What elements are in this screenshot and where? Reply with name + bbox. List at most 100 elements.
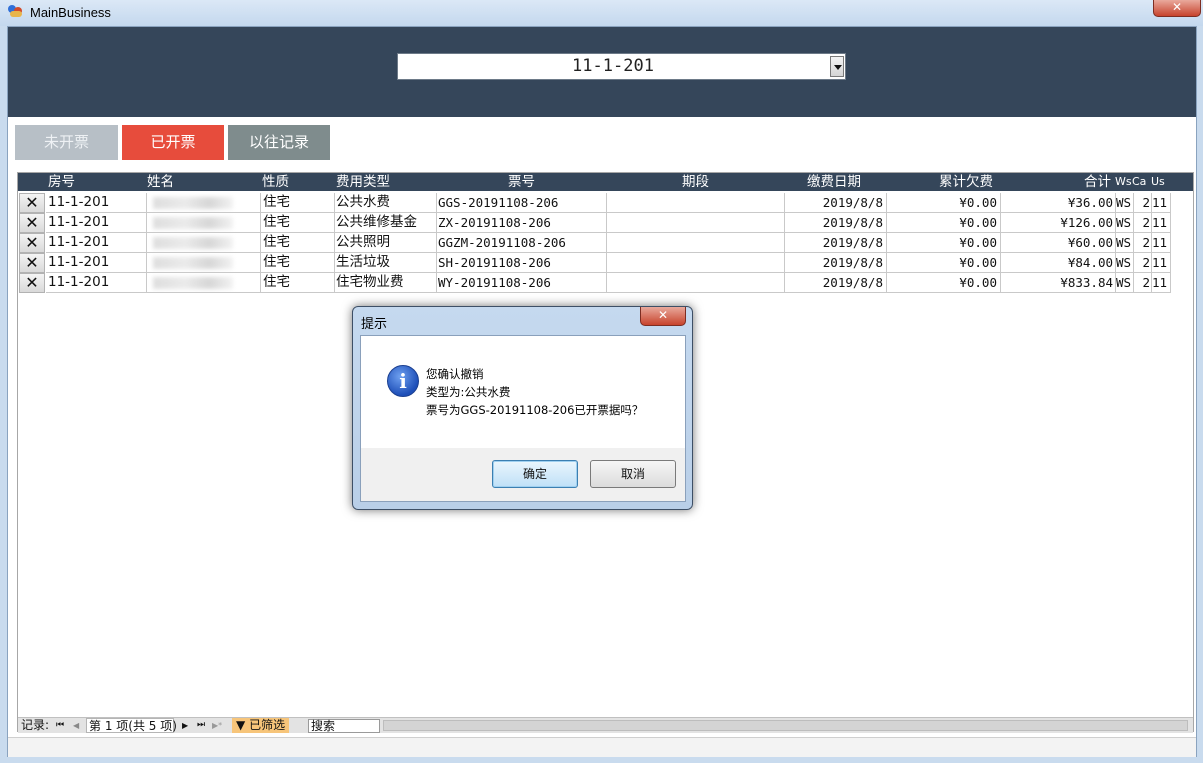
- ok-button[interactable]: 确定: [492, 460, 578, 488]
- cell-room: 11-1-201: [46, 213, 147, 233]
- cell-room: 11-1-201: [46, 193, 147, 213]
- filter-icon: ▼: [236, 718, 246, 732]
- cell-ca: 2: [1134, 273, 1152, 293]
- column-header-arrears[interactable]: 累计欠费: [939, 173, 1019, 191]
- record-position-input[interactable]: 第 1 项(共 5 项): [86, 718, 177, 733]
- tab-history[interactable]: 以往记录: [228, 125, 330, 160]
- cell-date: 2019/8/8: [785, 273, 887, 293]
- last-record-icon[interactable]: ⏭: [197, 718, 205, 733]
- cell-total: ¥833.84: [1001, 273, 1116, 293]
- column-header-total[interactable]: 合计: [1084, 173, 1116, 191]
- delete-row-icon[interactable]: ✕: [19, 233, 45, 253]
- cell-total: ¥60.00: [1001, 233, 1116, 253]
- column-header-period[interactable]: 期段: [682, 173, 742, 191]
- column-header-name[interactable]: 姓名: [147, 173, 247, 191]
- table-row[interactable]: ✕ 11-1-201 住宅 公共维修基金 ZX-20191108-206 201…: [18, 213, 1193, 233]
- cell-fee-type: 公共照明: [335, 233, 437, 253]
- cell-ws: WS: [1116, 273, 1134, 293]
- redacted-name: [153, 237, 233, 249]
- tab-invoiced[interactable]: 已开票: [122, 125, 224, 160]
- cell-total: ¥36.00: [1001, 193, 1116, 213]
- cancel-button[interactable]: 取消: [590, 460, 676, 488]
- cell-name: [147, 193, 261, 213]
- cell-ca: 2: [1134, 193, 1152, 213]
- cell-arrears: ¥0.00: [887, 253, 1001, 273]
- cell-arrears: ¥0.00: [887, 213, 1001, 233]
- cell-total: ¥84.00: [1001, 253, 1116, 273]
- table-header: 房号 姓名 性质 费用类型 票号 期段 缴费日期 累计欠费 合计 Ws Ca U…: [18, 173, 1193, 191]
- cell-room: 11-1-201: [46, 233, 147, 253]
- table-row[interactable]: ✕ 11-1-201 住宅 公共水费 GGS-20191108-206 2019…: [18, 193, 1193, 213]
- next-record-icon[interactable]: ▶: [182, 718, 188, 733]
- delete-row-icon[interactable]: ✕: [19, 253, 45, 273]
- cell-name: [147, 273, 261, 293]
- cell-ca: 2: [1134, 213, 1152, 233]
- column-header-fee-type[interactable]: 费用类型: [336, 173, 426, 191]
- column-header-room[interactable]: 房号: [48, 173, 138, 191]
- record-navigator: 记录: ⏮ ◀ 第 1 项(共 5 项) ▶ ⏭ ▶* ▼ 已筛选 搜索: [18, 717, 1193, 733]
- cell-ticket: GGS-20191108-206: [437, 193, 607, 213]
- dialog-footer: 确定 取消: [361, 448, 685, 501]
- cell-date: 2019/8/8: [785, 213, 887, 233]
- cell-kind: 住宅: [261, 253, 335, 273]
- cell-kind: 住宅: [261, 213, 335, 233]
- cell-period: [607, 253, 785, 273]
- column-header-ca[interactable]: Ca: [1132, 173, 1151, 191]
- navigator-label: 记录:: [21, 718, 50, 732]
- window-titlebar: MainBusiness ✕: [0, 0, 1203, 26]
- dialog-message-line-3: 票号为GGS-20191108-206已开票据吗？: [426, 403, 644, 417]
- confirm-dialog: 提示 ✕ i 您确认撤销 类型为:公共水费 票号为GGS-20191108-20…: [352, 306, 693, 510]
- window-close-button[interactable]: ✕: [1153, 0, 1201, 17]
- cell-us: 11: [1152, 233, 1171, 253]
- cell-fee-type: 公共维修基金: [335, 213, 437, 233]
- new-record-icon[interactable]: ▶*: [212, 718, 222, 733]
- chevron-down-icon[interactable]: [830, 56, 844, 77]
- cell-ca: 2: [1134, 233, 1152, 253]
- cell-ticket: GGZM-20191108-206: [437, 233, 607, 253]
- table-row[interactable]: ✕ 11-1-201 住宅 公共照明 GGZM-20191108-206 201…: [18, 233, 1193, 253]
- table-row[interactable]: ✕ 11-1-201 住宅 生活垃圾 SH-20191108-206 2019/…: [18, 253, 1193, 273]
- delete-row-icon[interactable]: ✕: [19, 213, 45, 233]
- column-header-us[interactable]: Us: [1151, 173, 1171, 191]
- cell-us: 11: [1152, 253, 1171, 273]
- column-header-ticket[interactable]: 票号: [508, 173, 568, 191]
- column-header-kind[interactable]: 性质: [262, 173, 322, 191]
- cell-ws: WS: [1116, 233, 1134, 253]
- column-header-ws[interactable]: Ws: [1115, 173, 1132, 191]
- cell-us: 11: [1152, 213, 1171, 233]
- prev-record-icon[interactable]: ◀: [73, 718, 79, 733]
- cell-room: 11-1-201: [46, 253, 147, 273]
- column-header-date[interactable]: 缴费日期: [807, 173, 887, 191]
- close-icon: ✕: [1171, 0, 1183, 14]
- first-record-icon[interactable]: ⏮: [56, 718, 64, 733]
- cell-arrears: ¥0.00: [887, 273, 1001, 293]
- dialog-title: 提示: [361, 316, 388, 331]
- dialog-body: i 您确认撤销 类型为:公共水费 票号为GGS-20191108-206已开票据…: [360, 335, 686, 502]
- filter-status-button[interactable]: ▼ 已筛选: [232, 718, 290, 733]
- cell-kind: 住宅: [261, 273, 335, 293]
- dialog-close-button[interactable]: ✕: [640, 307, 686, 326]
- cell-ws: WS: [1116, 253, 1134, 273]
- table-row[interactable]: ✕ 11-1-201 住宅 住宅物业费 WY-20191108-206 2019…: [18, 273, 1193, 293]
- redacted-name: [153, 217, 233, 229]
- cell-kind: 住宅: [261, 193, 335, 213]
- cell-name: [147, 233, 261, 253]
- horizontal-scrollbar[interactable]: [383, 720, 1188, 731]
- cell-ws: WS: [1116, 193, 1134, 213]
- cell-date: 2019/8/8: [785, 193, 887, 213]
- cell-period: [607, 233, 785, 253]
- search-input[interactable]: 搜索: [308, 719, 380, 733]
- delete-row-icon[interactable]: ✕: [19, 193, 45, 213]
- cell-period: [607, 273, 785, 293]
- cell-ws: WS: [1116, 213, 1134, 233]
- delete-row-icon[interactable]: ✕: [19, 273, 45, 293]
- redacted-name: [153, 197, 233, 209]
- status-bar: [8, 737, 1196, 757]
- room-selector[interactable]: 11-1-201: [397, 53, 846, 80]
- cell-ticket: WY-20191108-206: [437, 273, 607, 293]
- cell-total: ¥126.00: [1001, 213, 1116, 233]
- cell-period: [607, 193, 785, 213]
- info-icon: i: [387, 365, 419, 397]
- tab-uninvoiced[interactable]: 未开票: [15, 125, 118, 160]
- window-title: MainBusiness: [30, 5, 111, 20]
